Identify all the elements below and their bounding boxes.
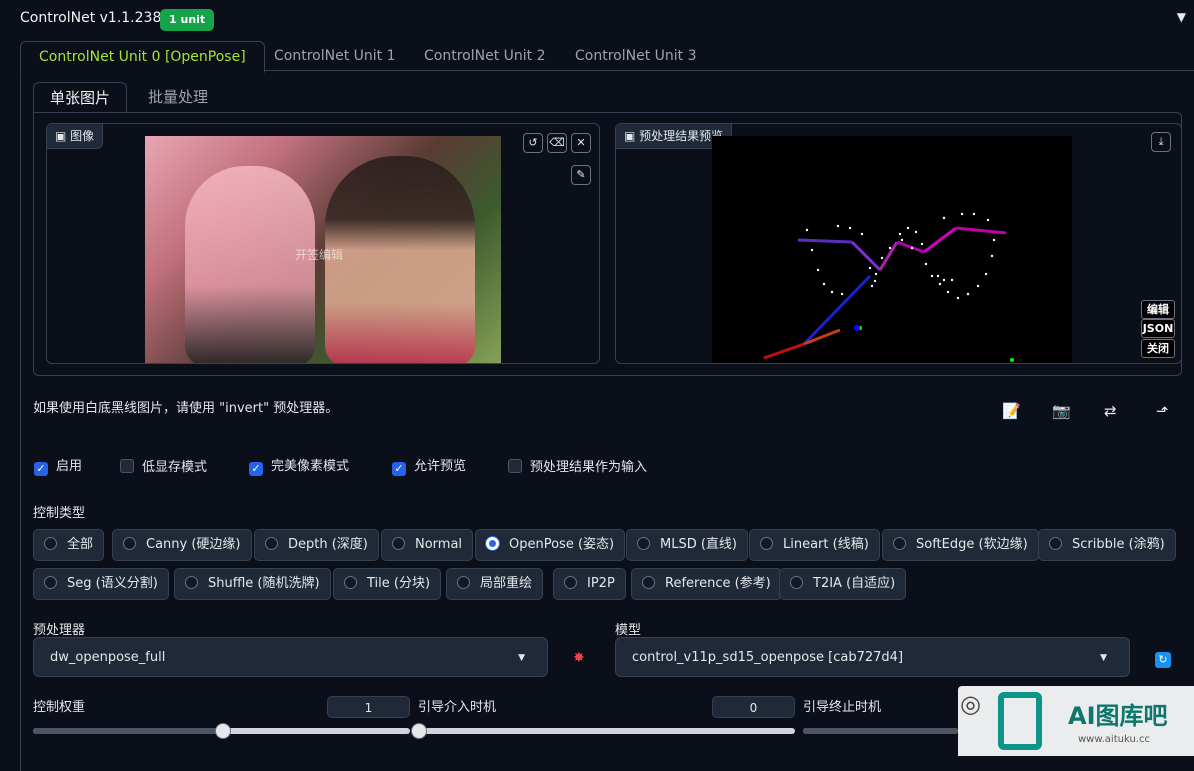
brush-icon[interactable]: ✎ — [571, 165, 591, 185]
control-type-label: 控制类型 — [33, 506, 86, 521]
tab-unit-1[interactable]: ControlNet Unit 1 — [256, 41, 414, 71]
logo-icon — [998, 692, 1042, 750]
input-photo: 开签编辑 — [145, 136, 501, 363]
guidance-start-input[interactable]: 0 — [712, 696, 795, 718]
tab-unit-2[interactable]: ControlNet Unit 2 — [406, 41, 564, 71]
invert-hint: 如果使用白底黑线图片，请使用 "invert" 预处理器。 — [33, 401, 339, 416]
checkbox-checked-icon: ✓ — [34, 462, 48, 476]
checkbox-checked-icon: ✓ — [392, 462, 406, 476]
guidance-end-label: 引导终止时机 — [803, 700, 882, 715]
radio-softedge[interactable]: SoftEdge (软边缘) — [882, 529, 1039, 561]
checkbox-empty-icon — [508, 459, 522, 473]
preprocessor-label: 预处理器 — [33, 623, 86, 638]
image-input-box[interactable]: ▣ 图像 开签编辑 ↺ ⌫ ✕ ✎ — [46, 123, 600, 364]
json-button[interactable]: JSON — [1141, 319, 1175, 338]
tab-batch[interactable]: 批量处理 — [132, 82, 224, 112]
radio-all[interactable]: 全部 — [33, 529, 105, 561]
chevron-down-icon: ▼ — [518, 653, 525, 663]
refresh-icon[interactable]: ↻ — [1155, 652, 1171, 668]
model-label: 模型 — [615, 623, 642, 638]
checkbox-empty-icon — [120, 459, 134, 473]
checkbox-allow-preview[interactable]: ✓ 允许预览 — [392, 459, 466, 476]
new-canvas-icon[interactable]: 📝 — [1002, 402, 1021, 420]
image-box-label: ▣ 图像 — [47, 124, 104, 149]
radio-normal[interactable]: Normal — [381, 529, 474, 561]
pose-preview — [712, 136, 1072, 363]
figure-right — [325, 156, 475, 363]
radio-depth[interactable]: Depth (深度) — [254, 529, 379, 561]
preview-box: ▣ 预处理结果预览 ⤓ 编辑 JSON 关闭 — [615, 123, 1182, 364]
triangle-down-icon[interactable]: ▼ — [1177, 10, 1186, 24]
radio-reference[interactable]: Reference (参考) — [631, 568, 782, 600]
radio-inpaint[interactable]: 局部重绘 — [446, 568, 544, 600]
radio-shuffle[interactable]: Shuffle (随机洗牌) — [174, 568, 331, 600]
pose-skeleton — [763, 212, 1014, 362]
undo-icon[interactable]: ↺ — [523, 133, 543, 153]
radio-scribble[interactable]: Scribble (涂鸦) — [1038, 529, 1176, 561]
checkbox-enable[interactable]: ✓ 启用 — [34, 459, 82, 476]
download-icon[interactable]: ⤓ — [1151, 132, 1171, 152]
watermark-text: AI图库吧 — [1068, 702, 1168, 730]
close-icon[interactable]: ✕ — [571, 133, 591, 153]
radio-openpose[interactable]: OpenPose (姿态) — [475, 529, 626, 561]
radio-mlsd[interactable]: MLSD (直线) — [626, 529, 748, 561]
radio-canny[interactable]: Canny (硬边缘) — [112, 529, 252, 561]
weight-label: 控制权重 — [33, 700, 86, 715]
site-watermark: ◎ AI图库吧 www.aituku.cc — [958, 686, 1194, 756]
wechat-icon: ◎ — [960, 690, 981, 718]
swap-icon[interactable]: ⇄ — [1104, 402, 1117, 420]
checkbox-pixel-perfect[interactable]: ✓ 完美像素模式 — [249, 459, 349, 476]
radio-tile[interactable]: Tile (分块) — [333, 568, 442, 600]
image-watermark: 开签编辑 — [295, 248, 344, 262]
close-preview-button[interactable]: 关闭 — [1141, 339, 1175, 358]
weight-slider[interactable] — [33, 723, 410, 739]
radio-ip2p[interactable]: IP2P — [553, 568, 626, 600]
model-select[interactable]: control_v11p_sd15_openpose [cab727d4] ▼ — [615, 637, 1130, 677]
tab-unit-3[interactable]: ControlNet Unit 3 — [557, 41, 715, 71]
edit-button[interactable]: 编辑 — [1141, 300, 1175, 319]
guidance-end-slider[interactable] — [803, 728, 958, 734]
weight-input[interactable]: 1 — [327, 696, 410, 718]
image-icon: ▣ — [55, 129, 71, 143]
camera-icon[interactable]: 📷 — [1052, 402, 1071, 420]
preprocessor-select[interactable]: dw_openpose_full ▼ — [33, 637, 548, 677]
tab-unit-0[interactable]: ControlNet Unit 0 [OpenPose] — [20, 41, 265, 73]
slider-thumb[interactable] — [411, 723, 427, 739]
image-icon: ▣ — [624, 129, 640, 143]
unit-count-badge: 1 unit — [160, 9, 215, 31]
panel-title: ControlNet v1.1.238 — [20, 10, 162, 26]
run-preprocessor-icon[interactable]: ✸ — [573, 650, 585, 666]
guidance-start-label: 引导介入时机 — [418, 700, 497, 715]
chevron-down-icon: ▼ — [1100, 653, 1107, 663]
slider-thumb[interactable] — [214, 723, 231, 739]
radio-seg[interactable]: Seg (语义分割) — [33, 568, 169, 600]
guidance-start-slider[interactable] — [411, 723, 795, 739]
tab-single-image[interactable]: 单张图片 — [33, 82, 128, 114]
checkbox-preprocess-as-input[interactable]: 预处理结果作为输入 — [508, 459, 647, 475]
radio-lineart[interactable]: Lineart (线稿) — [749, 529, 880, 561]
send-dimensions-icon[interactable]: ⬏ — [1156, 402, 1169, 420]
checkbox-low-vram[interactable]: 低显存模式 — [120, 459, 207, 475]
watermark-url: www.aituku.cc — [1078, 734, 1150, 745]
checkbox-checked-icon: ✓ — [249, 462, 263, 476]
radio-t2ia[interactable]: T2IA (自适应) — [779, 568, 907, 600]
eraser-icon[interactable]: ⌫ — [547, 133, 567, 153]
figure-left — [185, 166, 315, 363]
